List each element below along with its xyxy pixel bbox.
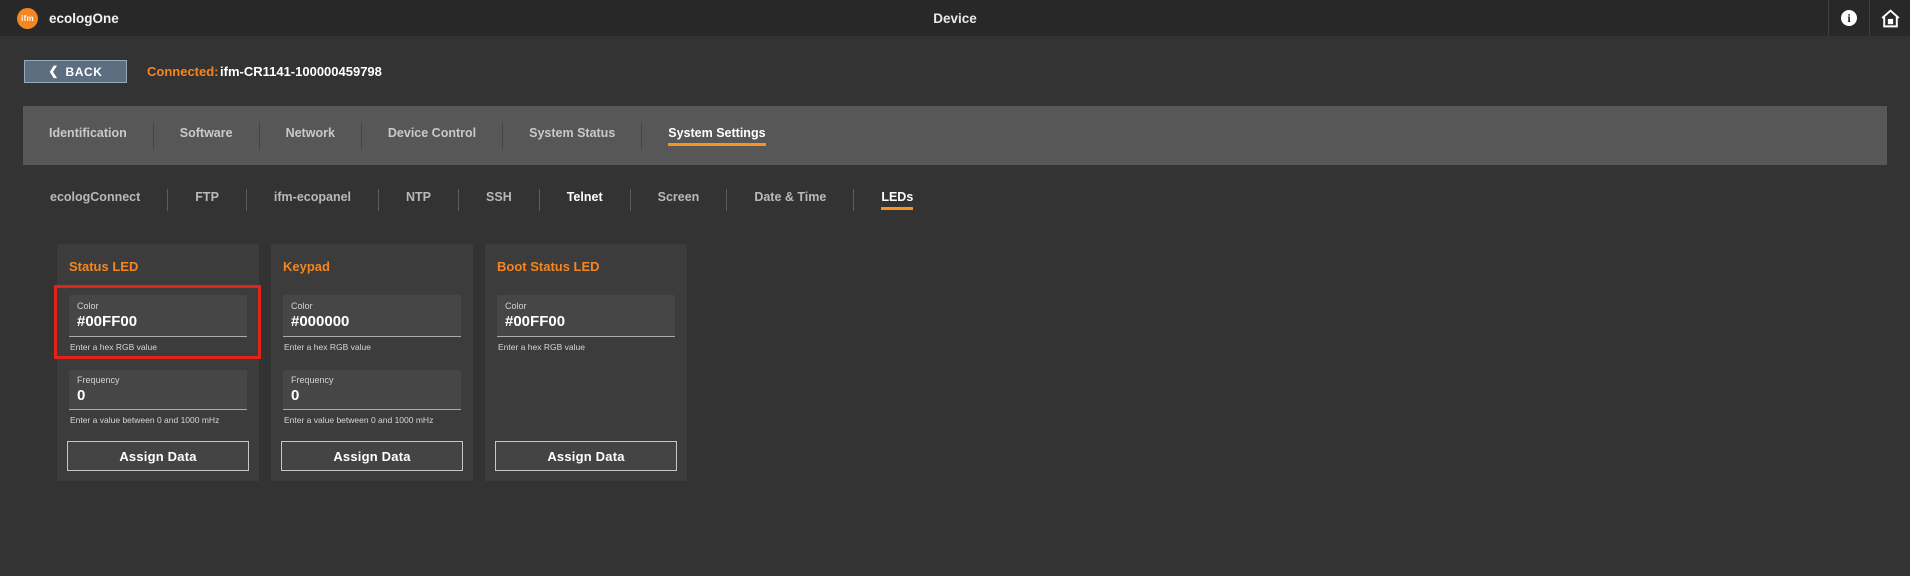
frequency-input[interactable]: Frequency 0: [69, 370, 247, 410]
frequency-input[interactable]: Frequency 0: [283, 370, 461, 410]
tab-network[interactable]: Network: [260, 126, 361, 146]
home-button[interactable]: [1870, 0, 1910, 36]
app-name: ecologOne: [49, 11, 119, 26]
field-value: 0: [291, 387, 453, 404]
subtab-telnet[interactable]: Telnet: [540, 190, 630, 210]
top-bar: ifm ecologOne Device i: [0, 0, 1910, 36]
color-input[interactable]: Color #00FF00: [69, 295, 247, 337]
subtab-ifm-ecopanel[interactable]: ifm-ecopanel: [247, 190, 378, 210]
tab-label: System Settings: [668, 126, 765, 146]
assign-data-button[interactable]: Assign Data: [281, 441, 463, 471]
color-input[interactable]: Color #00FF00: [497, 295, 675, 337]
field-label: Frequency: [77, 375, 239, 385]
ifm-logo-icon: ifm: [17, 8, 38, 29]
tab-label: Software: [180, 126, 233, 146]
brand: ifm ecologOne: [17, 0, 119, 36]
tab-identification[interactable]: Identification: [23, 126, 153, 146]
field-value: 0: [77, 387, 239, 404]
info-icon: i: [1841, 10, 1857, 26]
subtab-label: LEDs: [881, 190, 913, 210]
led-settings-cards: Status LED Color #00FF00 Enter a hex RGB…: [57, 244, 687, 481]
subtab-label: Telnet: [567, 190, 603, 210]
tab-label: Network: [286, 126, 335, 146]
subtab-label: Date & Time: [754, 190, 826, 210]
field-label: Frequency: [291, 375, 453, 385]
card-title: Boot Status LED: [497, 259, 675, 274]
subtab-label: NTP: [406, 190, 431, 210]
tab-device-control[interactable]: Device Control: [362, 126, 502, 146]
chevron-left-icon: ❮: [48, 64, 58, 78]
subtab-label: ifm-ecopanel: [274, 190, 351, 210]
field-label: Color: [77, 301, 239, 311]
subtab-ecologconnect[interactable]: ecologConnect: [23, 190, 167, 210]
frequency-field-group: Frequency 0 Enter a value between 0 and …: [283, 370, 461, 425]
field-label: Color: [505, 301, 667, 311]
tab-system-status[interactable]: System Status: [503, 126, 641, 146]
connected-label: Connected:: [147, 64, 219, 79]
subtab-ssh[interactable]: SSH: [459, 190, 539, 210]
field-hint: Enter a value between 0 and 1000 mHz: [70, 415, 247, 425]
tab-label: Identification: [49, 126, 127, 146]
home-icon: [1880, 8, 1901, 29]
field-hint: Enter a hex RGB value: [70, 342, 247, 352]
field-value: #000000: [291, 313, 453, 330]
page-title: Device: [0, 0, 1910, 36]
status-led-card: Status LED Color #00FF00 Enter a hex RGB…: [57, 244, 259, 481]
tab-software[interactable]: Software: [154, 126, 259, 146]
color-field-group: Color #000000 Enter a hex RGB value: [283, 295, 461, 352]
assign-data-button[interactable]: Assign Data: [67, 441, 249, 471]
subtab-ftp[interactable]: FTP: [168, 190, 246, 210]
field-hint: Enter a hex RGB value: [498, 342, 675, 352]
tab-label: Device Control: [388, 126, 476, 146]
back-button-label: BACK: [65, 65, 102, 79]
subtab-label: FTP: [195, 190, 219, 210]
assign-data-button[interactable]: Assign Data: [495, 441, 677, 471]
subtab-ntp[interactable]: NTP: [379, 190, 458, 210]
card-title: Keypad: [283, 259, 461, 274]
topbar-actions: i: [1828, 0, 1910, 36]
field-hint: Enter a hex RGB value: [284, 342, 461, 352]
boot-status-led-card: Boot Status LED Color #00FF00 Enter a he…: [485, 244, 687, 481]
subtab-leds[interactable]: LEDs: [854, 190, 940, 210]
subtab-screen[interactable]: Screen: [631, 190, 727, 210]
subtab-date-time[interactable]: Date & Time: [727, 190, 853, 210]
subtab-label: Screen: [658, 190, 700, 210]
color-field-group: Color #00FF00 Enter a hex RGB value: [69, 295, 247, 352]
field-label: Color: [291, 301, 453, 311]
field-hint: Enter a value between 0 and 1000 mHz: [284, 415, 461, 425]
tab-system-settings[interactable]: System Settings: [642, 126, 791, 146]
subtab-label: ecologConnect: [50, 190, 140, 210]
info-button[interactable]: i: [1829, 0, 1869, 36]
color-field-group: Color #00FF00 Enter a hex RGB value: [497, 295, 675, 352]
settings-sub-tab-bar: ecologConnect FTP ifm-ecopanel NTP SSH T…: [23, 182, 1887, 218]
main-tab-bar: Identification Software Network Device C…: [23, 106, 1887, 165]
tab-label: System Status: [529, 126, 615, 146]
back-button[interactable]: ❮ BACK: [24, 60, 127, 83]
card-title: Status LED: [69, 259, 247, 274]
keypad-card: Keypad Color #000000 Enter a hex RGB val…: [271, 244, 473, 481]
field-value: #00FF00: [77, 313, 239, 330]
subtab-label: SSH: [486, 190, 512, 210]
color-input[interactable]: Color #000000: [283, 295, 461, 337]
field-value: #00FF00: [505, 313, 667, 330]
frequency-field-group: Frequency 0 Enter a value between 0 and …: [69, 370, 247, 425]
connected-device-name: ifm-CR1141-100000459798: [220, 64, 382, 79]
